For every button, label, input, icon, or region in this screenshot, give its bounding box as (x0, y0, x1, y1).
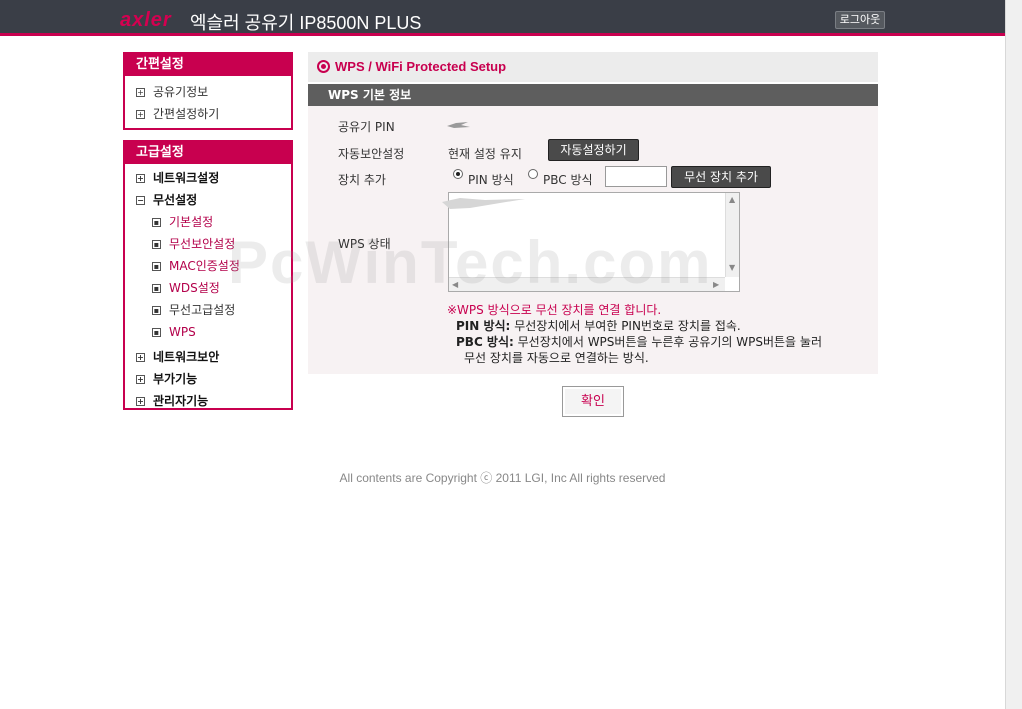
watermark: PcWinTech.com (228, 229, 713, 296)
menu-item-label: 공유기정보 (153, 85, 209, 99)
pin-method-radio[interactable] (453, 169, 463, 179)
menu-item-admin[interactable]: + 관리자기능 (125, 390, 291, 412)
menu-item-extra[interactable]: + 부가기능 (125, 368, 291, 390)
submenu-label: 무선보안설정 (169, 237, 236, 251)
scroll-up-icon[interactable]: ▲ (729, 195, 735, 204)
router-pin-label: 공유기 PIN (338, 120, 395, 134)
bullet-box-icon: ▪ (152, 328, 161, 337)
bullet-box-icon: ▪ (152, 262, 161, 271)
pbc-method-text: 무선장치에서 WPS버튼을 누른후 공유기의 WPS버튼을 눌러 (517, 335, 822, 349)
bullet-box-icon: ▪ (152, 284, 161, 293)
bullet-box-icon: ▪ (152, 240, 161, 249)
scroll-right-icon[interactable]: ▶ (713, 280, 719, 289)
submenu-wps[interactable]: ▪ WPS (125, 321, 291, 343)
quick-settings-title: 간편설정 (125, 54, 291, 76)
target-icon (317, 60, 330, 73)
page-scrollbar[interactable] (1005, 0, 1022, 709)
pin-input[interactable] (605, 166, 667, 187)
vertical-scrollbar[interactable]: ▲ ▼ (725, 193, 739, 277)
submenu-wireless-advanced[interactable]: ▪ 무선고급설정 (125, 299, 291, 321)
submenu-label: WPS (169, 325, 196, 339)
expand-box-icon: + (136, 174, 145, 183)
advanced-settings-title: 고급설정 (125, 142, 291, 164)
auto-security-value: 현재 설정 유지 (448, 147, 522, 161)
menu-item-router-info[interactable]: + 공유기정보 (125, 81, 291, 103)
menu-item-label: 네트워크보안 (153, 350, 220, 364)
menu-item-label: 간편설정하기 (153, 107, 220, 121)
add-wireless-device-button[interactable]: 무선 장치 추가 (671, 166, 771, 188)
pin-method-text: 무선장치에서 부여한 PIN번호로 장치를 접속. (514, 319, 741, 333)
page-title: WPS / WiFi Protected Setup (335, 59, 507, 74)
axler-logo: axler (120, 9, 172, 31)
expand-box-icon: + (136, 375, 145, 384)
pbc-method-label: PBC 방식 (543, 173, 593, 187)
expand-box-icon: + (136, 397, 145, 406)
menu-item-label: 부가기능 (153, 372, 198, 386)
submenu-label: 무선고급설정 (169, 303, 236, 317)
auto-config-button[interactable]: 자동설정하기 (548, 139, 639, 161)
menu-item-label: 무선설정 (153, 193, 198, 207)
menu-item-wireless[interactable]: − 무선설정 (125, 189, 291, 211)
pbc-method-radio[interactable] (528, 169, 538, 179)
submenu-label: WDS설정 (169, 281, 220, 295)
wps-notice: ※WPS 방식으로 무선 장치를 연결 합니다. (447, 303, 662, 317)
section-title: WPS 기본 정보 (308, 84, 878, 106)
obscured-status-graphic (442, 198, 525, 209)
quick-settings-panel: 간편설정 + 공유기정보 + 간편설정하기 (123, 52, 293, 130)
top-bar: axler 엑슬러 공유기 IP8500N PLUS 로그아웃 (0, 0, 1005, 36)
expand-box-icon: + (136, 353, 145, 362)
menu-item-label: 네트워크설정 (153, 171, 220, 185)
confirm-button[interactable]: 확인 (562, 386, 624, 417)
pin-method-title: PIN 방식: (456, 319, 511, 333)
collapse-box-icon: − (136, 196, 145, 205)
submenu-label: 기본설정 (169, 215, 214, 229)
auto-security-label: 자동보안설정 (338, 147, 405, 161)
expand-box-icon: + (136, 88, 145, 97)
menu-item-label: 관리자기능 (153, 394, 209, 408)
pbc-method-title: PBC 방식: (456, 335, 514, 349)
page-header: WPS / WiFi Protected Setup (308, 52, 878, 82)
menu-item-network-security[interactable]: + 네트워크보안 (125, 346, 291, 368)
bullet-box-icon: ▪ (152, 218, 161, 227)
pbc-method-description-cont: 무선 장치를 자동으로 연결하는 방식. (464, 351, 649, 365)
copyright-footer: All contents are Copyright ⓒ 2011 LGI, I… (339, 471, 666, 485)
logout-button[interactable]: 로그아웃 (835, 11, 885, 29)
menu-item-network[interactable]: + 네트워크설정 (125, 167, 291, 189)
product-title: 엑슬러 공유기 IP8500N PLUS (190, 13, 422, 33)
bullet-box-icon: ▪ (152, 306, 161, 315)
pin-value-graphic (447, 122, 470, 128)
add-device-label: 장치 추가 (338, 173, 386, 187)
menu-item-quick-setup[interactable]: + 간편설정하기 (125, 103, 291, 125)
pin-method-description: PIN 방식: 무선장치에서 부여한 PIN번호로 장치를 접속. (456, 317, 741, 334)
pin-method-label: PIN 방식 (468, 173, 514, 187)
pbc-method-description: PBC 방식: 무선장치에서 WPS버튼을 누른후 공유기의 WPS버튼을 눌러 (456, 333, 822, 350)
expand-box-icon: + (136, 110, 145, 119)
scroll-down-icon[interactable]: ▼ (729, 263, 735, 272)
